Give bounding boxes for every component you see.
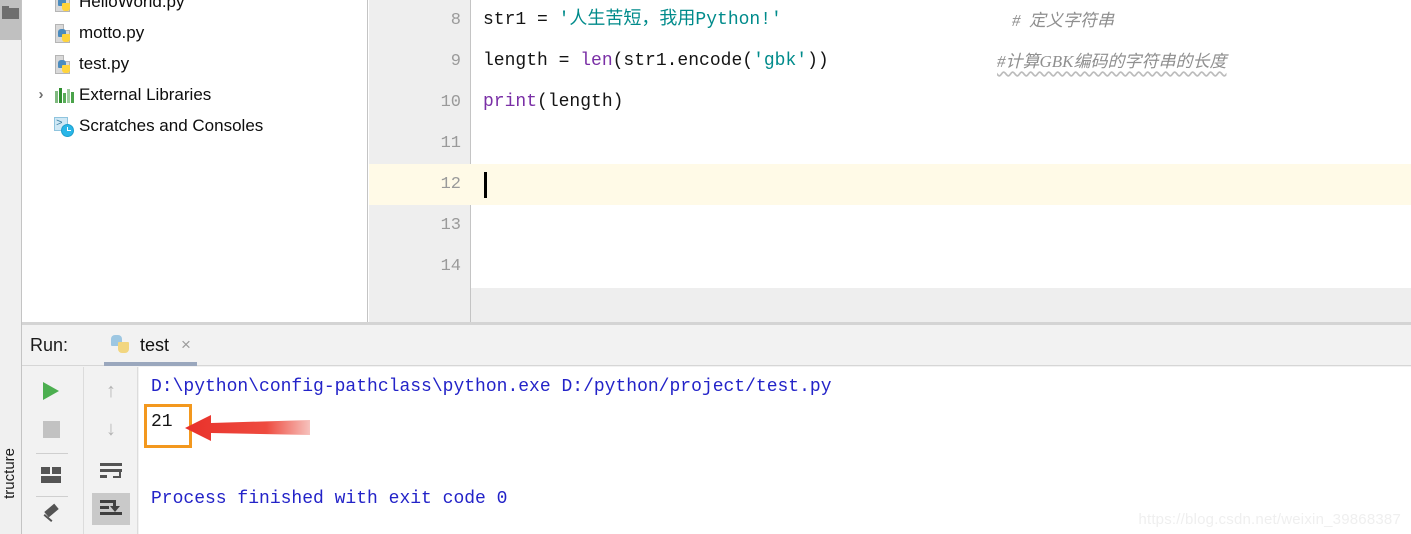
code-token-plain: (length) <box>537 92 624 112</box>
code-comment: #计算GBK编码的字符串的长度 <box>997 52 1227 71</box>
code-token-plain: length = <box>483 51 581 71</box>
soft-wrap-icon <box>100 462 122 480</box>
scratches-clock-icon: > <box>54 116 76 137</box>
tree-item-label: Scratches and Consoles <box>79 115 264 135</box>
toolbar-separator-2 <box>36 496 68 497</box>
soft-wrap-button[interactable] <box>92 455 130 487</box>
code-line-8[interactable]: 8 str1 = '人生苦短，我用Python!' # 定义字符串 <box>369 0 1411 41</box>
code-text: str1 = '人生苦短，我用Python!' <box>483 0 782 41</box>
structure-tool-button[interactable]: tructure <box>1 448 19 499</box>
code-token-plain: )) <box>807 51 829 71</box>
tree-item-label: External Libraries <box>79 84 212 104</box>
line-number: 10 <box>440 93 461 112</box>
code-token-plain: str1 = <box>483 10 559 30</box>
console-finished-line: Process finished with exit code 0 <box>151 489 508 509</box>
watermark: https://blog.csdn.net/weixin_39868387 <box>1138 511 1401 528</box>
left-tool-strip: tructure <box>0 0 22 534</box>
code-token-builtin: print <box>483 92 538 112</box>
tree-item-scratches-and-consoles[interactable]: > Scratches and Consoles <box>22 110 367 141</box>
active-tab-indicator <box>104 361 197 366</box>
code-line-14[interactable]: 14 <box>369 246 1411 287</box>
code-line-13[interactable]: 13 <box>369 205 1411 246</box>
tree-item-label: motto.py <box>79 22 145 42</box>
tree-item-external-libraries[interactable]: › External Libraries <box>22 79 367 110</box>
stop-button[interactable] <box>32 413 70 445</box>
run-tab-label: test <box>140 334 170 355</box>
project-tool-button[interactable] <box>0 0 21 40</box>
scroll-to-end-icon <box>100 500 122 518</box>
python-icon <box>110 334 132 356</box>
layout-icon <box>41 467 61 483</box>
arrow-down-icon: ↓ <box>106 418 116 440</box>
tree-item-test-py[interactable]: test.py <box>22 48 367 79</box>
pycharm-window: tructure HelloWorld.py motto.py test.py › Ex… <box>0 0 1411 534</box>
text-caret <box>484 172 487 198</box>
line-number: 8 <box>450 11 461 30</box>
line-number: 13 <box>440 216 461 235</box>
close-icon[interactable]: × <box>181 335 191 355</box>
code-token-string: '人生苦短，我用Python!' <box>558 10 782 30</box>
editor-bottom-filler <box>369 288 1411 322</box>
code-token-builtin: len <box>580 51 613 71</box>
code-text: length = len(str1.encode('gbk')) <box>483 41 829 82</box>
python-file-icon <box>55 54 73 74</box>
code-token-string: 'gbk' <box>753 51 808 71</box>
python-file-icon <box>55 0 73 12</box>
run-tab-test[interactable]: test × <box>104 325 197 366</box>
toolbar-separator <box>36 453 68 454</box>
stop-icon <box>42 420 60 438</box>
pin-tab-button[interactable] <box>32 500 70 532</box>
play-icon <box>43 382 59 400</box>
run-tool-window: Run: test × ↑ ↓ D:\python\config-pathcla… <box>22 325 1411 534</box>
project-tree-panel: HelloWorld.py motto.py test.py › External Li… <box>22 0 368 323</box>
run-console[interactable]: D:\python\config-pathclass\python.exe D:… <box>139 367 1411 534</box>
console-command-line: D:\python\config-pathclass\python.exe D:… <box>151 377 832 397</box>
scroll-to-end-button[interactable] <box>92 493 130 525</box>
code-text: print(length) <box>483 82 623 123</box>
code-token-plain: (str1.encode( <box>612 51 754 71</box>
code-line-9[interactable]: 9 length = len(str1.encode('gbk')) #计算GBK编… <box>369 41 1411 82</box>
tree-item-motto-py[interactable]: motto.py <box>22 17 367 48</box>
line-number: 9 <box>450 52 461 71</box>
folder-icon <box>2 6 19 19</box>
code-comment: # 定义字符串 <box>1012 11 1114 30</box>
chevron-right-icon[interactable]: › <box>30 86 52 103</box>
run-toolbar-secondary: ↑ ↓ <box>85 367 138 534</box>
code-line-11[interactable]: 11 <box>369 123 1411 164</box>
arrow-up-icon: ↑ <box>106 380 116 402</box>
console-output-value: 21 <box>151 412 173 432</box>
run-label: Run: <box>30 334 69 355</box>
code-line-10[interactable]: 10 print(length) <box>369 82 1411 123</box>
code-line-12[interactable]: 12 <box>369 164 1411 205</box>
tree-item-helloworld-py[interactable]: HelloWorld.py <box>22 0 367 17</box>
line-number: 14 <box>440 257 461 276</box>
library-bars-icon <box>55 87 74 103</box>
annotation-arrow-icon <box>185 411 310 445</box>
layout-button[interactable] <box>32 459 70 491</box>
run-button[interactable] <box>32 375 70 407</box>
python-file-icon <box>55 23 73 43</box>
run-header: Run: test × <box>22 325 1411 366</box>
run-toolbar-primary <box>22 367 84 534</box>
pin-icon <box>41 503 61 526</box>
next-occurrence-button[interactable]: ↓ <box>92 413 130 445</box>
line-number: 12 <box>440 175 461 194</box>
code-editor[interactable]: 8 str1 = '人生苦短，我用Python!' # 定义字符串 9 length =… <box>369 0 1411 288</box>
tree-item-label: test.py <box>79 53 130 73</box>
line-number: 11 <box>440 134 461 153</box>
tree-item-label: HelloWorld.py <box>79 0 185 11</box>
prev-occurrence-button[interactable]: ↑ <box>92 375 130 407</box>
